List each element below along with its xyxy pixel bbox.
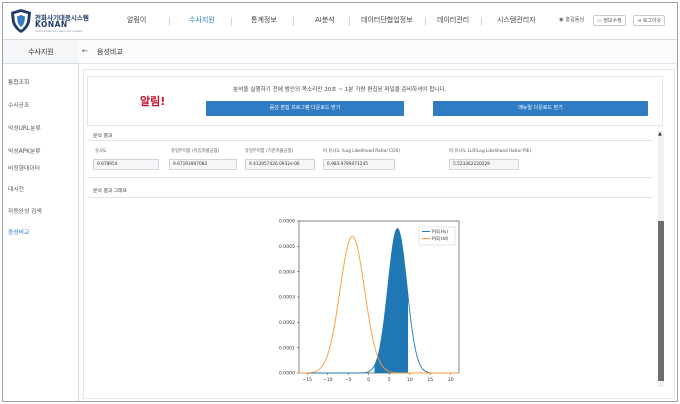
x-tick-label: −15 bbox=[302, 377, 312, 383]
user-name: 홍길동님 bbox=[565, 17, 585, 23]
app-window: 전화사기대응시스템 KONAN Voice phishing response … bbox=[2, 2, 678, 402]
sidebar: 수사지원 통합조회 수사공조 악성URL분류 악성APK분류 비정형데이터 대시… bbox=[3, 40, 79, 401]
alert-box: 알림! 분석을 실행하기 전에 범인의 목소리만 20초 ~ 1분 가량 편집된… bbox=[87, 76, 663, 126]
nav-system-admin[interactable]: 시스템관리자 bbox=[497, 15, 536, 25]
divider bbox=[87, 140, 653, 141]
logout-label: 로그아웃 bbox=[642, 18, 662, 24]
user-icon: ◉ bbox=[559, 17, 564, 23]
x-tick-label: −10 bbox=[323, 377, 333, 383]
y-tick-label: 0.0002 bbox=[279, 320, 295, 326]
shield-logo-icon bbox=[11, 9, 31, 33]
result-header-uniqueness-b: 유일무이함 (기준측불균형) bbox=[245, 149, 294, 154]
nav-divider bbox=[425, 17, 426, 26]
nav-investigation[interactable]: 수사지원 bbox=[189, 15, 215, 25]
sidebar-title: 수사지원 bbox=[3, 40, 79, 64]
sidebar-item-malicious-url[interactable]: 악성URL분류 bbox=[8, 123, 41, 132]
result-value-uniqueness-a: 9.67193997082 bbox=[169, 159, 237, 170]
logout-icon: ⇥ bbox=[637, 18, 642, 24]
sidebar-item-dashboard[interactable]: 대시전 bbox=[8, 184, 24, 193]
nav-divider bbox=[293, 17, 294, 26]
user-info[interactable]: ◉ 홍길동님 bbox=[559, 16, 584, 23]
nav-divider bbox=[231, 17, 232, 26]
x-tick-label: 10 bbox=[407, 377, 413, 383]
result-section-label: 분석 결과 bbox=[93, 134, 113, 139]
y-tick-label: 0.0004 bbox=[279, 269, 295, 275]
sidebar-item-cooperation[interactable]: 수사공조 bbox=[8, 100, 29, 109]
nav-data-management[interactable]: 데이터관리 bbox=[437, 15, 469, 25]
sidebar-item-voice-compare[interactable]: 음성비교 bbox=[8, 227, 29, 236]
y-tick-label: 0.0001 bbox=[279, 345, 295, 351]
edit-info-label: 정보수정 bbox=[603, 18, 622, 24]
sidebar-item-malicious-apk[interactable]: 악성APK분류 bbox=[8, 146, 41, 155]
nav-divider bbox=[481, 17, 482, 26]
page-header: ← 음성비교 bbox=[79, 40, 677, 64]
result-value-llr-pie: 5.523362220229 bbox=[449, 159, 519, 170]
edit-info-button[interactable]: ▭ 정보수정 bbox=[593, 15, 626, 26]
result-value-similarity: 0.678954 bbox=[93, 159, 159, 170]
divider bbox=[87, 197, 653, 198]
logo-subtitle: Voice phishing response system bbox=[35, 29, 84, 33]
logo-brand: KONAN bbox=[35, 20, 68, 29]
nav-divider bbox=[349, 17, 350, 26]
result-value-llr-cos: 6.983.9789471245 bbox=[323, 159, 395, 170]
download-manual-button[interactable]: 매뉴얼 다운로드 받기 bbox=[433, 101, 648, 116]
nav-ai-analysis[interactable]: AI분석 bbox=[315, 15, 335, 25]
result-header-uniqueness-a: 유일무이함 (유입측불균형) bbox=[171, 149, 220, 154]
page-title: 음성비교 bbox=[97, 48, 123, 56]
result-header-llr-cos: 비 유사도 (Log Likelihood Ratio/ COS) bbox=[323, 149, 400, 154]
result-header-similarity: 유사도 bbox=[95, 149, 107, 154]
x-tick-label: −5 bbox=[345, 377, 352, 383]
divider bbox=[87, 177, 653, 178]
result-value-uniqueness-b: 9.412957426.0932e-06 bbox=[245, 159, 315, 170]
nav-divider bbox=[169, 17, 170, 26]
x-tick-label: 0 bbox=[367, 377, 370, 383]
distribution-chart: 0.0000 0.0001 0.0002 0.0003 0.0004 0.0005 0.00… bbox=[279, 219, 460, 383]
alert-message: 분석을 실행하기 전에 범인의 목소리만 20초 ~ 1분 가량 편집된 파일을… bbox=[233, 87, 447, 93]
x-tick-label: 20 bbox=[448, 377, 454, 383]
arrow-left-icon[interactable]: ← bbox=[82, 47, 88, 55]
y-tick-label: 0.0005 bbox=[279, 244, 295, 250]
alert-label: 알림! bbox=[140, 95, 166, 108]
nav-collaboration[interactable]: 데이터단협업정보 bbox=[361, 15, 413, 25]
scroll-thumb[interactable] bbox=[658, 221, 664, 381]
nav-notify[interactable]: 알림이 bbox=[127, 15, 146, 25]
scroll-up-icon[interactable]: ▲ bbox=[658, 131, 662, 137]
y-tick-label: 0.0006 bbox=[279, 219, 295, 225]
logo[interactable]: 전화사기대응시스템 KONAN Voice phishing response … bbox=[11, 9, 91, 35]
sidebar-item-unstructured-data[interactable]: 비정형데이터 bbox=[8, 163, 40, 172]
x-tick-label: 5 bbox=[388, 377, 391, 383]
y-tick-label: 0.0003 bbox=[279, 295, 295, 301]
sidebar-item-integrated-search[interactable]: 통합조회 bbox=[8, 77, 29, 86]
y-tick-label: 0.0000 bbox=[279, 371, 295, 377]
chart-section-label: 분석 결과 그래프 bbox=[93, 189, 127, 194]
scrollbar[interactable]: ▲ bbox=[658, 131, 664, 387]
legend-label: P(E|Hs) bbox=[432, 229, 448, 235]
legend-label: P(E|Hd) bbox=[432, 236, 449, 242]
monitor-icon: ▭ bbox=[597, 18, 602, 24]
sidebar-item-auto-search[interactable]: 자동완성 검색 bbox=[8, 206, 42, 215]
x-tick-label: 15 bbox=[427, 377, 433, 383]
download-editor-button[interactable]: 음성 편집 프로그램 다운로드 받기 bbox=[206, 101, 404, 116]
nav-statistics[interactable]: 통계정보 bbox=[251, 15, 277, 25]
result-header-llr-pie: 비 유사도 LLR(Log Likelihood Ratio/ PIE) bbox=[449, 149, 532, 154]
logout-button[interactable]: ⇥ 로그아웃 bbox=[633, 15, 666, 26]
top-header: 전화사기대응시스템 KONAN Voice phishing response … bbox=[3, 3, 677, 40]
